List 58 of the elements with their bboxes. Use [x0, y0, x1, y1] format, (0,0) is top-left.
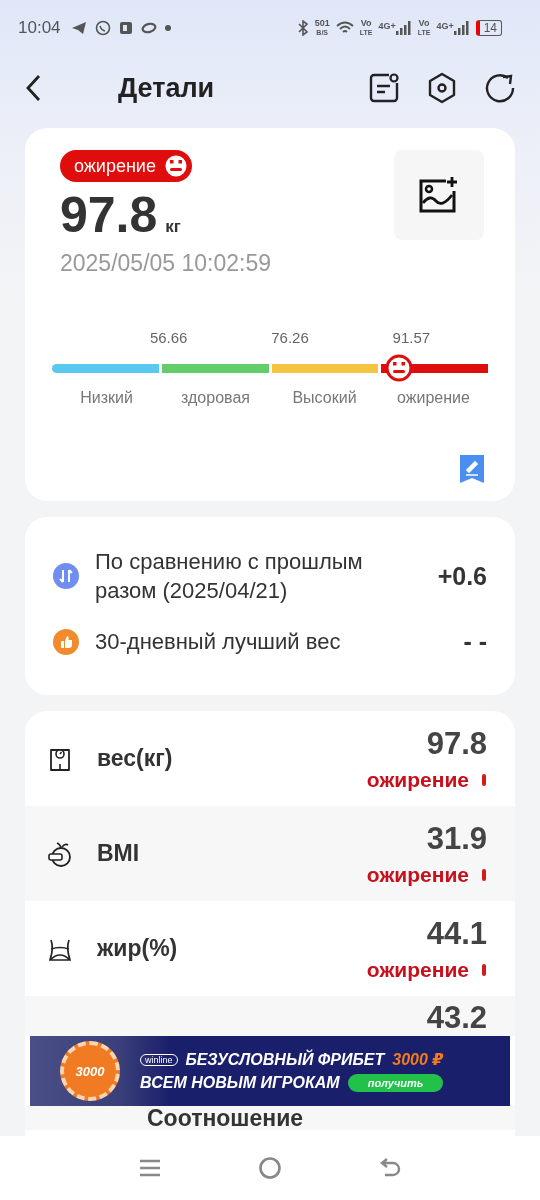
paper-plane-icon [70, 21, 87, 35]
wifi-icon [335, 21, 354, 35]
metric-label: жир(%) [97, 935, 178, 962]
metric-status: ожирение [366, 862, 469, 887]
comparison-value: - - [463, 627, 487, 656]
alert-mark-icon [481, 962, 487, 977]
comparison-value: +0.6 [437, 561, 487, 591]
status-badge: ожирение [60, 150, 192, 182]
dot-icon [164, 25, 171, 31]
clock-time: 10:04 [18, 18, 61, 38]
chip-amount: 3000 [75, 1063, 105, 1079]
menu-icon[interactable] [138, 1158, 161, 1178]
network-type: 4G+ [378, 21, 396, 31]
signal-icon [453, 21, 470, 35]
settings-icon[interactable] [426, 72, 458, 104]
metric-label: BMI [97, 840, 140, 867]
volte-label: Vo [418, 19, 430, 28]
threshold-value: 56.66 [149, 329, 188, 346]
metric-label: Соотношение [147, 1106, 304, 1130]
thumbs-up-icon [53, 628, 79, 655]
metric-status: ожирение [366, 767, 469, 792]
ad-headline: БЕЗУСЛОВНЫЙ ФРИБЕТ [185, 1050, 385, 1069]
threshold-value: 76.26 [271, 329, 309, 346]
edit-icon[interactable] [460, 455, 484, 483]
metric-value: 43.2 [426, 1000, 487, 1036]
signal-icon [395, 21, 412, 35]
metric-value: 31.9 [426, 820, 487, 857]
share-icon[interactable] [484, 72, 516, 104]
range-label: здоровая [180, 389, 251, 407]
bluetooth-icon [296, 20, 309, 36]
home-icon[interactable] [258, 1156, 282, 1180]
metric-value: 97.8 [426, 725, 487, 762]
network-type: 4G+ [436, 21, 454, 31]
network-speed: 501 [314, 19, 330, 28]
metric-label: вес(кг) [97, 745, 173, 772]
alert-mark-icon [481, 867, 487, 882]
metric-status: ожирение [366, 957, 469, 982]
up-down-arrows-icon [53, 563, 79, 589]
ad-banner[interactable]: 3000 winline БЕЗУСЛОВНЫЙ ФРИБЕТ 3000 ₽ ВСЕМ НОВЫМ ИГРОКАМ получить [30, 1036, 510, 1106]
add-image-button[interactable] [394, 150, 484, 240]
battery-indicator: 14 [475, 20, 502, 36]
range-label: ожирение [396, 389, 471, 407]
weight-value: 97.8 [60, 186, 158, 244]
bonus-amount: 3000 ₽ [392, 1050, 444, 1069]
note-icon[interactable] [368, 72, 400, 104]
weight-unit: кг [165, 217, 181, 237]
threshold-value: 91.57 [392, 329, 431, 346]
ad-subline: ВСЕМ НОВЫМ ИГРОКАМ [140, 1074, 340, 1092]
alert-mark-icon [481, 772, 487, 787]
screen-title: Детали [118, 72, 216, 104]
comparison-label: По сравнению с прошлым разом (2025/04/21) [95, 548, 364, 605]
metric-value: 44.1 [426, 915, 487, 952]
comparison-label: 30-дневный лучший вес [95, 628, 342, 656]
volte-label: Vo [360, 19, 372, 28]
range-label: Высокий [291, 389, 358, 407]
range-label: Низкий [79, 389, 134, 407]
measure-datetime: 2025/05/05 10:02:59 [60, 250, 272, 277]
image-add-icon [418, 175, 460, 215]
